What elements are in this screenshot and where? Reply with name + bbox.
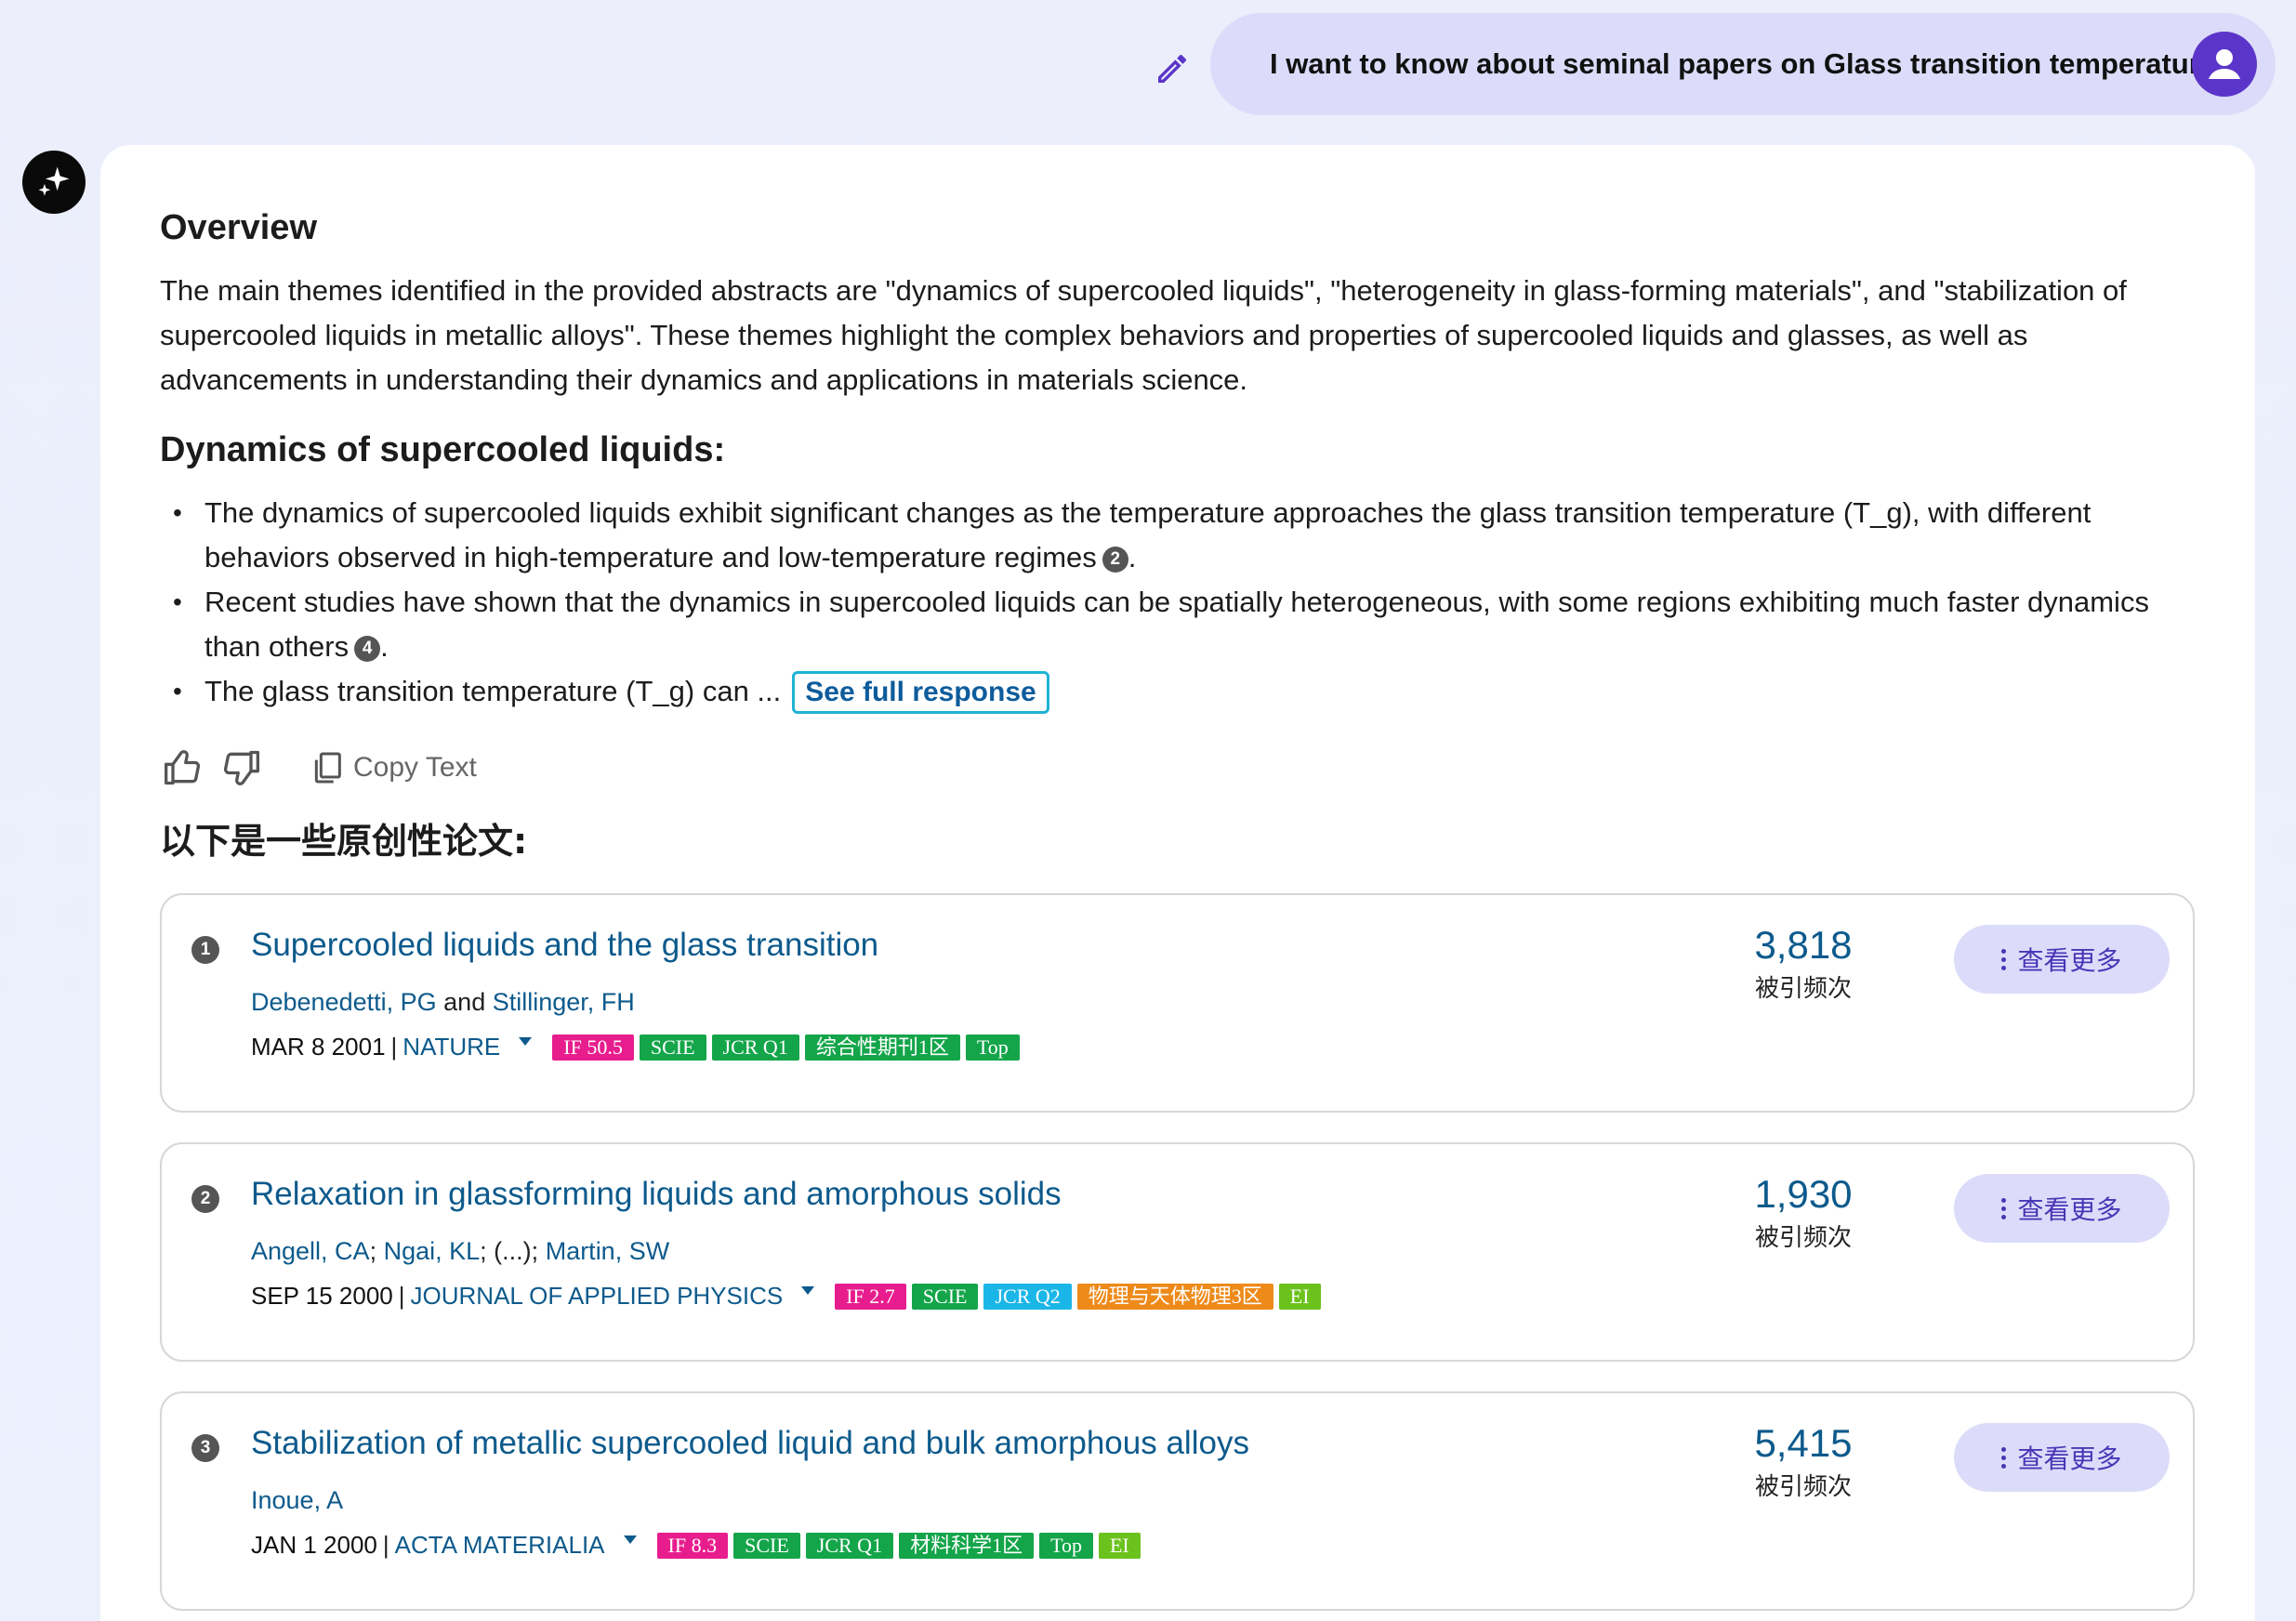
query-bubble: I want to know about seminal papers on G… (1210, 13, 2276, 115)
ai-assistant-badge (22, 151, 86, 214)
author-link[interactable]: Debenedetti, PG (251, 988, 437, 1016)
paper-card: 1 Supercooled liquids and the glass tran… (160, 893, 2195, 1113)
user-avatar[interactable] (2192, 32, 2257, 97)
paper-authors: Debenedetti, PG and Stillinger, FH (251, 988, 635, 1016)
see-more-button[interactable]: 查看更多 (1954, 1174, 2170, 1243)
paper-number: 3 (191, 1434, 219, 1462)
index-tag: SCIE (911, 1283, 979, 1310)
author-link[interactable]: Inoue, A (251, 1486, 343, 1514)
paper-meta: MAR 8 2001 | NATURE IF 50.5 SCIE JCR Q1 综合… (251, 1033, 1025, 1061)
jcr-tag: JCR Q1 (805, 1532, 894, 1559)
paper-card: 3 Stabilization of metallic supercooled … (160, 1391, 2195, 1611)
thumbs-down-button[interactable] (218, 745, 264, 791)
journal-link[interactable]: JOURNAL OF APPLIED PHYSICS (411, 1282, 784, 1311)
paper-title-link[interactable]: Relaxation in glassforming liquids and a… (251, 1176, 1062, 1213)
overview-heading: Overview (160, 208, 317, 247)
journal-link[interactable]: ACTA MATERIALIA (395, 1531, 605, 1560)
paper-meta: SEP 15 2000 | JOURNAL OF APPLIED PHYSICS I… (251, 1282, 1326, 1311)
paper-authors: Inoue, A (251, 1486, 343, 1515)
citation-count: 1,930 被引频次 (1754, 1172, 1853, 1252)
more-dots-icon (2001, 1196, 2007, 1221)
sparkle-icon (38, 166, 70, 196)
impact-factor-tag: IF 2.7 (835, 1283, 906, 1310)
paper-number: 1 (191, 936, 219, 964)
feedback-actions: Copy Text (160, 740, 2205, 796)
impact-factor-tag: IF 50.5 (552, 1034, 634, 1061)
pub-date: SEP 15 2000 (251, 1282, 393, 1310)
paper-title-link[interactable]: Supercooled liquids and the glass transi… (251, 927, 878, 964)
paper-authors: Angell, CA; Ngai, KL; (...); Martin, SW (251, 1237, 670, 1265)
index-tag: SCIE (639, 1034, 706, 1061)
thumbs-up-button[interactable] (160, 745, 206, 791)
caret-down-icon[interactable] (519, 1037, 533, 1046)
thumbs-down-icon (223, 750, 259, 785)
citation-badge[interactable]: 2 (1102, 546, 1128, 573)
jcr-tag: JCR Q2 (983, 1283, 1072, 1310)
original-papers-heading: 以下是一些原创性论文: (160, 821, 528, 862)
bullet-item: The dynamics of supercooled liquids exhi… (160, 491, 2205, 580)
see-more-button[interactable]: 查看更多 (1954, 925, 2170, 994)
author-link[interactable]: Angell, CA (251, 1237, 370, 1265)
caret-down-icon[interactable] (623, 1535, 637, 1544)
thumbs-up-icon (165, 750, 201, 785)
pub-date: MAR 8 2001 (251, 1033, 386, 1061)
zone-tag: 综合性期刊1区 (804, 1034, 960, 1061)
paper-title-link[interactable]: Stabilization of metallic supercooled li… (251, 1425, 1249, 1462)
copy-text-button[interactable]: Copy Text (309, 749, 477, 786)
bullet-list: The dynamics of supercooled liquids exhi… (160, 491, 2205, 714)
bullet-item: The glass transition temperature (T_g) c… (160, 669, 2205, 714)
user-icon (2209, 49, 2240, 79)
citation-badge[interactable]: 4 (354, 635, 381, 662)
paper-card: 2 Relaxation in glassforming liquids and… (160, 1142, 2195, 1362)
see-full-response-button[interactable]: See full response (792, 671, 1049, 714)
query-row: I want to know about seminal papers on G… (0, 13, 2296, 117)
more-dots-icon (2001, 947, 2007, 972)
response-panel: Overview The main themes identified in t… (100, 145, 2255, 1621)
journal-link[interactable]: NATURE (402, 1033, 500, 1061)
author-link[interactable]: Stillinger, FH (493, 988, 635, 1016)
zone-tag: 材料科学1区 (899, 1532, 1035, 1559)
top-tag: Top (1039, 1532, 1093, 1559)
top-tag: Top (965, 1034, 1020, 1061)
citation-count: 3,818 被引频次 (1754, 923, 1853, 1003)
bullet-item: Recent studies have shown that the dynam… (160, 580, 2205, 669)
author-link[interactable]: Martin, SW (546, 1237, 670, 1265)
overview-paragraph: The main themes identified in the provid… (160, 274, 2127, 396)
zone-tag: 物理与天体物理3区 (1076, 1283, 1273, 1310)
more-dots-icon (2001, 1445, 2007, 1470)
citation-count: 5,415 被引频次 (1754, 1421, 1853, 1501)
pub-date: JAN 1 2000 (251, 1531, 377, 1559)
caret-down-icon[interactable] (801, 1286, 815, 1295)
copy-text-label: Copy Text (353, 752, 477, 783)
see-more-button[interactable]: 查看更多 (1954, 1423, 2170, 1492)
ei-tag: EI (1278, 1283, 1321, 1310)
paper-number: 2 (191, 1185, 219, 1213)
paper-meta: JAN 1 2000 | ACTA MATERIALIA IF 8.3 SCIE J… (251, 1531, 1146, 1560)
pencil-icon (1158, 55, 1186, 83)
index-tag: SCIE (733, 1532, 800, 1559)
edit-query-button[interactable] (1150, 46, 1194, 91)
ei-tag: EI (1098, 1532, 1141, 1559)
copy-icon (314, 752, 341, 784)
jcr-tag: JCR Q1 (711, 1034, 799, 1061)
author-link[interactable]: Ngai, KL (384, 1237, 481, 1265)
section-heading: Dynamics of supercooled liquids: (160, 430, 726, 469)
impact-factor-tag: IF 8.3 (656, 1532, 729, 1559)
